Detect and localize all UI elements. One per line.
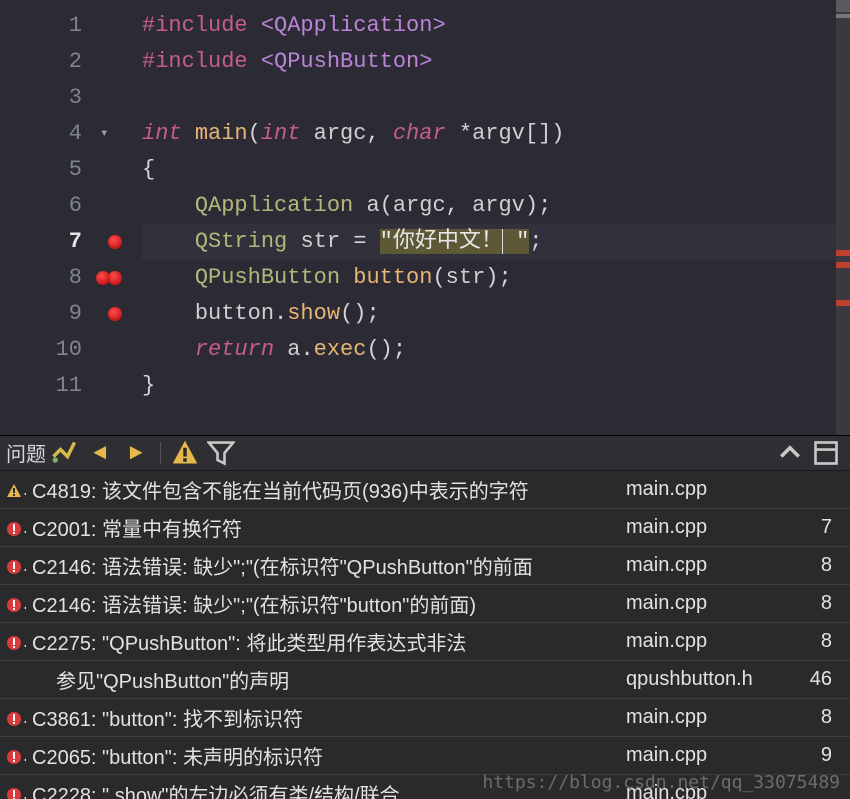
- prev-issue-button[interactable]: ◄: [86, 439, 114, 467]
- problem-file: main.cpp: [620, 699, 800, 737]
- problems-panel-titlebar: 问题 ◄ ►: [0, 435, 850, 471]
- problems-list[interactable]: C4819: 该文件包含不能在当前代码页(936)中表示的字符main.cppC…: [0, 471, 850, 799]
- text-cursor: [502, 229, 516, 254]
- problem-message: C2146: 语法错误: 缺少";"(在标识符"button"的前面): [26, 585, 620, 623]
- error-icon: [0, 547, 26, 585]
- error-icon: [0, 775, 26, 799]
- error-icon: [0, 585, 26, 623]
- line-number-gutter: 1234567891011: [0, 0, 100, 435]
- problem-file: main.cpp: [620, 471, 800, 509]
- scrollbar-error-mark: [836, 250, 850, 256]
- problem-message: C2065: "button": 未声明的标识符: [26, 737, 620, 775]
- line-number: 10: [0, 332, 82, 368]
- line-number: 11: [0, 368, 82, 404]
- problem-file: main.cpp: [620, 585, 800, 623]
- breakpoint-icon[interactable]: [108, 235, 122, 249]
- problem-line: [800, 471, 850, 509]
- problem-file: main.cpp: [620, 509, 800, 547]
- problem-row[interactable]: 参见"QPushButton"的声明qpushbutton.h46: [0, 661, 850, 699]
- breakpoint-column[interactable]: [122, 0, 138, 435]
- line-number: 6: [0, 188, 82, 224]
- problem-line: 8: [800, 699, 850, 737]
- code-line[interactable]: }: [142, 368, 850, 404]
- vertical-scrollbar[interactable]: [836, 0, 850, 435]
- problem-line: 8: [800, 585, 850, 623]
- breakpoint-icon[interactable]: [108, 271, 122, 285]
- line-number: 3: [0, 80, 82, 116]
- string-literal: "你好中文！: [380, 229, 503, 254]
- clear-button[interactable]: [50, 439, 78, 467]
- problem-message: 参见"QPushButton"的声明: [26, 661, 620, 699]
- code-line[interactable]: [142, 80, 850, 116]
- problem-message: C4819: 该文件包含不能在当前代码页(936)中表示的字符: [26, 471, 620, 509]
- scrollbar-thumb[interactable]: [836, 0, 850, 12]
- line-number: 5: [0, 152, 82, 188]
- code-editor[interactable]: 1234567891011 ▾ #include <QApplication>#…: [0, 0, 850, 435]
- problem-file: main.cpp: [620, 623, 800, 661]
- line-number: 9: [0, 296, 82, 332]
- collapse-panel-button[interactable]: [776, 439, 804, 467]
- code-area[interactable]: #include <QApplication>#include <QPushBu…: [138, 0, 850, 435]
- code-line[interactable]: QString str = "你好中文！ ";: [142, 224, 850, 260]
- problem-message: C2275: "QPushButton": 将此类型用作表达式非法: [26, 623, 620, 661]
- code-line[interactable]: #include <QApplication>: [142, 8, 850, 44]
- panel-menu-button[interactable]: [812, 439, 840, 467]
- warning-icon: [0, 471, 26, 509]
- problem-file: main.cpp: [620, 737, 800, 775]
- problem-line: 8: [800, 547, 850, 585]
- code-line[interactable]: QApplication a(argc, argv);: [142, 188, 850, 224]
- line-number: 4: [0, 116, 82, 152]
- problem-line: 8: [800, 623, 850, 661]
- problem-message: C2001: 常量中有换行符: [26, 509, 620, 547]
- line-number: 8: [0, 260, 82, 296]
- code-line[interactable]: return a.exec();: [142, 332, 850, 368]
- error-icon: [0, 699, 26, 737]
- problem-row[interactable]: C2065: "button": 未声明的标识符main.cpp9: [0, 737, 850, 775]
- problem-message: C3861: "button": 找不到标识符: [26, 699, 620, 737]
- problem-row[interactable]: C2001: 常量中有换行符main.cpp7: [0, 509, 850, 547]
- error-icon: [0, 623, 26, 661]
- problem-message: C2146: 语法错误: 缺少";"(在标识符"QPushButton"的前面: [26, 547, 620, 585]
- code-line[interactable]: #include <QPushButton>: [142, 44, 850, 80]
- scrollbar-error-mark: [836, 300, 850, 306]
- code-line[interactable]: int main(int argc, char *argv[]): [142, 116, 850, 152]
- problem-row[interactable]: C2275: "QPushButton": 将此类型用作表达式非法main.cp…: [0, 623, 850, 661]
- breakpoint-icon[interactable]: [96, 271, 110, 285]
- info-icon: [0, 661, 26, 699]
- code-line[interactable]: {: [142, 152, 850, 188]
- error-icon: [0, 737, 26, 775]
- panel-title: 问题: [6, 438, 46, 468]
- line-number: 7: [0, 224, 82, 260]
- watermark: https://blog.csdn.net/qq_33075489: [482, 772, 840, 793]
- error-icon: [0, 509, 26, 547]
- problem-file: qpushbutton.h: [620, 661, 800, 699]
- line-number: 2: [0, 44, 82, 80]
- problem-line: 46: [800, 661, 850, 699]
- line-number: 1: [0, 8, 82, 44]
- filter-button[interactable]: [207, 439, 235, 467]
- problem-row[interactable]: C4819: 该文件包含不能在当前代码页(936)中表示的字符main.cpp: [0, 471, 850, 509]
- problem-line: 9: [800, 737, 850, 775]
- warning-filter-button[interactable]: [171, 439, 199, 467]
- next-issue-button[interactable]: ►: [122, 439, 150, 467]
- scrollbar-error-mark: [836, 262, 850, 268]
- problem-line: 7: [800, 509, 850, 547]
- fold-chevron-icon[interactable]: ▾: [100, 125, 108, 142]
- problem-row[interactable]: C2146: 语法错误: 缺少";"(在标识符"button"的前面)main.…: [0, 585, 850, 623]
- code-line[interactable]: QPushButton button(str);: [142, 260, 850, 296]
- problem-file: main.cpp: [620, 547, 800, 585]
- code-line[interactable]: button.show();: [142, 296, 850, 332]
- problem-row[interactable]: C3861: "button": 找不到标识符main.cpp8: [0, 699, 850, 737]
- problem-row[interactable]: C2146: 语法错误: 缺少";"(在标识符"QPushButton"的前面m…: [0, 547, 850, 585]
- breakpoint-icon[interactable]: [108, 307, 122, 321]
- fold-column[interactable]: ▾: [100, 0, 122, 435]
